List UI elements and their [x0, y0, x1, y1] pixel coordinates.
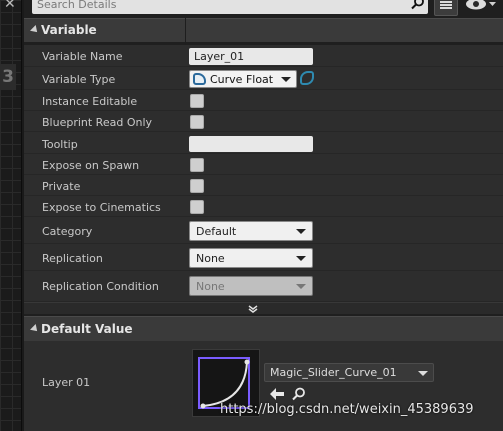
row-label: Instance Editable: [42, 95, 138, 108]
variable-type-value: Curve Float: [210, 73, 274, 86]
details-panel: Search Details Variable Variable Name La…: [24, 0, 503, 431]
container-type-icon[interactable]: [300, 71, 314, 85]
row-label: Variable Type: [42, 73, 116, 86]
row-label: Variable Name: [42, 50, 123, 63]
chevron-down-icon: [418, 371, 428, 376]
replication-value: None: [196, 252, 225, 265]
replication-condition-dropdown: None: [189, 276, 313, 296]
view-options-eye-icon[interactable]: [464, 0, 498, 13]
row-expose-to-cinematics: Expose to Cinematics: [24, 196, 503, 217]
chevron-down-icon: [281, 77, 291, 82]
blueprint-read-only-checkbox[interactable]: [190, 115, 204, 129]
instance-editable-checkbox[interactable]: [190, 94, 204, 108]
private-checkbox[interactable]: [190, 179, 204, 193]
category-title: Default Value: [41, 322, 133, 336]
search-placeholder: Search Details: [37, 0, 117, 11]
replication-dropdown[interactable]: None: [189, 248, 313, 268]
row-blueprint-read-only: Blueprint Read Only: [24, 111, 503, 132]
row-label: Replication Condition: [42, 280, 159, 293]
collapse-arrow-icon[interactable]: [30, 25, 40, 35]
graph-editor-edge: ✕ 3: [0, 0, 22, 431]
use-selected-asset-icon[interactable]: [270, 388, 284, 400]
details-toolbar: Search Details: [24, 0, 503, 16]
search-icon[interactable]: [411, 0, 425, 10]
row-tooltip: Tooltip: [24, 132, 503, 154]
variable-type-dropdown[interactable]: Curve Float: [189, 70, 297, 88]
row-label: Layer 01: [42, 376, 91, 389]
chevron-down-icon: [296, 284, 306, 289]
row-variable-type: Variable Type Curve Float: [24, 67, 503, 90]
graph-counter: 3: [0, 64, 16, 90]
curve-float-type-icon: [193, 73, 206, 85]
row-expose-on-spawn: Expose on Spawn: [24, 154, 503, 175]
expand-chevron-icon[interactable]: [248, 305, 258, 313]
category-title: Variable: [41, 23, 97, 37]
category-value: Default: [196, 225, 237, 238]
chevron-down-icon: [296, 229, 306, 234]
watermark-text: https://blog.csdn.net/weixin_45389639: [220, 402, 474, 417]
default-value-category-header[interactable]: Default Value: [24, 316, 503, 342]
row-replication: Replication None: [24, 244, 503, 271]
row-label: Category: [42, 225, 93, 238]
row-replication-condition: Replication Condition None: [24, 271, 503, 302]
row-private: Private: [24, 175, 503, 196]
row-category: Category Default: [24, 217, 503, 244]
row-instance-editable: Instance Editable: [24, 90, 503, 111]
asset-name: Magic_Slider_Curve_01: [270, 366, 397, 379]
chevron-down-icon: [296, 256, 306, 261]
search-input[interactable]: Search Details: [32, 0, 428, 14]
list-icon: [440, 1, 452, 3]
collapse-arrow-icon[interactable]: [30, 324, 40, 334]
variable-name-field[interactable]: Layer_01: [189, 48, 313, 65]
property-matrix-button[interactable]: [434, 0, 458, 16]
replication-condition-value: None: [196, 280, 225, 293]
row-label: Expose to Cinematics: [42, 201, 161, 214]
row-label: Replication: [42, 252, 103, 265]
row-label: Blueprint Read Only: [42, 116, 153, 129]
row-label: Private: [42, 180, 81, 193]
variable-category-header[interactable]: Variable: [24, 18, 503, 42]
category-dropdown[interactable]: Default: [189, 221, 313, 241]
expose-on-spawn-checkbox[interactable]: [190, 158, 204, 172]
row-variable-name: Variable Name Layer_01: [24, 45, 503, 67]
row-label: Expose on Spawn: [42, 159, 140, 172]
row-label: Tooltip: [42, 138, 78, 151]
close-icon[interactable]: ✕: [4, 0, 16, 12]
expose-to-cinematics-checkbox[interactable]: [190, 200, 204, 214]
asset-picker-dropdown[interactable]: Magic_Slider_Curve_01: [264, 363, 434, 382]
row-layer-01: Layer 01 Magic_Slider_Curve_01: [24, 341, 503, 431]
advanced-expand-bar[interactable]: [24, 302, 503, 314]
browse-to-asset-icon[interactable]: [292, 387, 306, 401]
tooltip-field[interactable]: [189, 136, 313, 152]
